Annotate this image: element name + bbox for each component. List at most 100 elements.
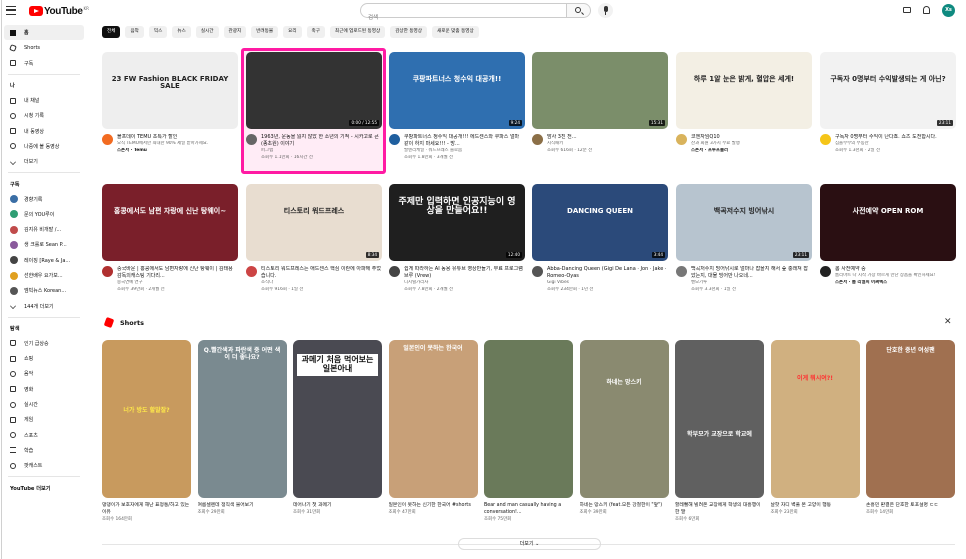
short-thumbnail[interactable]: 과메기 처음 먹어보는 일본아내 bbox=[293, 340, 382, 498]
sidebar-item[interactable]: 내 채널 bbox=[4, 93, 84, 108]
video-card[interactable]: 구독자 0명부터 수익발생되는 게 아닌? 23:11 구독자 0명부터 수익이 난… bbox=[820, 52, 956, 154]
sidebar-item[interactable]: 엠빅뉴스 Korean... bbox=[4, 283, 84, 298]
short-card[interactable]: 과메기 처음 먹어보는 일본아내 데어나기 첫 과메기 조회수 31만회 bbox=[293, 340, 382, 516]
channel-avatar[interactable] bbox=[246, 134, 257, 145]
channel-avatar[interactable] bbox=[820, 266, 831, 277]
create-icon[interactable] bbox=[903, 7, 911, 13]
sidebar-item[interactable]: 학습 bbox=[4, 443, 84, 458]
video-title[interactable]: 코엔자임Q10 bbox=[691, 134, 812, 141]
short-title[interactable]: Bear and man casually having a conversat… bbox=[484, 502, 573, 516]
short-thumbnail[interactable] bbox=[484, 340, 573, 498]
video-thumbnail[interactable]: 홍콩에서도 남편 자랑에 신난 탕웨이~ bbox=[102, 184, 238, 261]
filter-chip[interactable]: 실시간 bbox=[195, 26, 219, 38]
short-thumbnail[interactable]: 너가 방도 할말잘? bbox=[102, 340, 191, 498]
channel-avatar[interactable] bbox=[246, 266, 257, 277]
sidebar-item[interactable]: 구독 bbox=[4, 56, 84, 71]
show-more-button[interactable]: 더보기 ⌄ bbox=[458, 538, 601, 550]
video-card[interactable]: 티스토리 워드프레스 8:34 티스토리 워드프레스는 애드센스 핵심 이란에 아파… bbox=[246, 184, 382, 293]
sidebar-item[interactable]: 문의 YOU루이 bbox=[4, 207, 84, 222]
video-card[interactable]: 사전예약 OPEN ROM 롬 사전예약 중 롬리마트 나 시작 가장 바르게 만난… bbox=[820, 184, 956, 286]
video-card[interactable]: 백곡저수지 빙어낚시 23:11 백곡저수지 빙어낚시로 얼마나 잡을지 해서 숲 … bbox=[676, 184, 812, 293]
channel-avatar[interactable] bbox=[389, 266, 400, 277]
video-title[interactable]: 롬 사전예약 중 bbox=[835, 266, 956, 273]
voice-search-icon[interactable] bbox=[598, 3, 613, 18]
video-card[interactable]: 23 FW Fashion BLACK FRIDAY SALE 블프데이 TEMU… bbox=[102, 52, 238, 154]
sidebar-item[interactable]: 경향기록 bbox=[4, 191, 84, 206]
video-thumbnail[interactable]: 구독자 0명부터 수익발생되는 게 아닌? 23:11 bbox=[820, 52, 956, 129]
channel-avatar[interactable] bbox=[676, 134, 687, 145]
video-thumbnail[interactable]: 백곡저수지 빙어낚시 23:11 bbox=[676, 184, 812, 261]
filter-chip[interactable]: 관광지 bbox=[223, 26, 247, 38]
sidebar-item[interactable]: 나중에 볼 동영상 bbox=[4, 139, 84, 154]
channel-avatar[interactable] bbox=[102, 134, 113, 145]
video-title[interactable]: Abba-Dancing Queen (Gigi De Lana · Jon ·… bbox=[547, 266, 668, 280]
sidebar-section-you[interactable]: 나 bbox=[4, 79, 84, 93]
video-thumbnail[interactable]: DANCING QUEEN 3:44 bbox=[532, 184, 668, 261]
sidebar-item[interactable]: 더보기 bbox=[4, 154, 84, 169]
search-button[interactable] bbox=[566, 3, 591, 18]
video-card[interactable]: 쿠팡파트너스 청수익 대공개!! 9:24 쿠팡파트너스 청수익 대공개!!! 에드… bbox=[389, 52, 525, 161]
video-thumbnail[interactable]: 23 FW Fashion BLACK FRIDAY SALE bbox=[102, 52, 238, 129]
short-card[interactable]: 너가 방도 할말잘? 댕댕이가 보호자에게 해난 표정통/하고 있는 이유 조회수 … bbox=[102, 340, 191, 523]
video-thumbnail[interactable]: 티스토리 워드프레스 8:34 bbox=[246, 184, 382, 261]
filter-chip[interactable]: 최근에 업로드된 동영상 bbox=[330, 26, 386, 38]
channel-avatar[interactable] bbox=[102, 266, 113, 277]
short-thumbnail[interactable]: 이게 뭐시여?! bbox=[770, 340, 860, 498]
search-input[interactable] bbox=[368, 11, 566, 25]
video-title[interactable]: 1963년, 운동을 잃지 않았 한 소년의 기적 - 시카고로 큰 (종초원)… bbox=[261, 134, 382, 148]
sidebar-item[interactable]: 게임 bbox=[4, 412, 84, 427]
short-title[interactable]: 데어나기 첫 과메기 bbox=[293, 502, 382, 509]
search-box[interactable] bbox=[360, 3, 566, 25]
video-thumbnail[interactable]: 주제만 입력하면 인공지능이 영상을 만들어요!! 12:40 bbox=[389, 184, 525, 261]
channel-avatar[interactable] bbox=[676, 266, 687, 277]
filter-chip[interactable]: 뉴스 bbox=[172, 26, 191, 38]
video-card[interactable]: 하루 1알 눈은 밝게, 혈압은 세게! 코엔자임Q10 산과 회원 3가지 무료 … bbox=[676, 52, 812, 154]
video-card[interactable]: 0:00 / 12:55 1963년, 운동을 잃지 않았 한 소년의 기적 - … bbox=[246, 52, 382, 161]
close-icon[interactable]: ✕ bbox=[944, 318, 952, 327]
sidebar-item[interactable]: 내 동영상 bbox=[4, 123, 84, 138]
filter-chip[interactable]: 믹스 bbox=[148, 26, 168, 38]
short-card[interactable]: Q.빨간색과 파란색 중 어떤 색이 더 좋나요? 여름셀렌데 정직색 물어보기 조… bbox=[197, 340, 287, 516]
video-card[interactable]: 홍콩에서도 남편 자랑에 신난 탕웨이~ 중국바운 | 홍콩에서도 남편자랑에 신… bbox=[102, 184, 238, 293]
sidebar-item[interactable]: 인기 급상승 bbox=[4, 336, 84, 351]
video-title[interactable]: 중국바운 | 홍콩에서도 남편자랑에 신난 탕웨이 | 김태용 감독의캐스팅 기… bbox=[117, 266, 238, 280]
channel-avatar[interactable] bbox=[532, 266, 543, 277]
filter-chip[interactable]: 새로운 맞춤 동영상 bbox=[432, 26, 479, 38]
video-title[interactable]: 밤사 3친 전... bbox=[547, 134, 668, 141]
video-thumbnail[interactable]: 사전예약 OPEN ROM bbox=[820, 184, 956, 261]
sidebar-item[interactable]: 음악 bbox=[4, 366, 84, 381]
video-title[interactable]: 티스토리 워드프레스는 애드센스 핵심 이란에 아파해 주었습니다. bbox=[261, 266, 382, 280]
youtube-logo[interactable]: YouTube KR bbox=[29, 5, 89, 17]
sidebar-item[interactable]: 영화 bbox=[4, 382, 84, 397]
short-card[interactable]: 이게 뭐시여?! 날핫 자디 벽풀 본 고양이 행동 조회수 23만회 bbox=[770, 340, 860, 516]
short-title[interactable]: 할레뻘해 빌려온 교장에게 학생의 대흥행이 한 말 bbox=[675, 502, 764, 516]
video-thumbnail[interactable]: 쿠팡파트너스 청수익 대공개!! 9:24 bbox=[389, 52, 525, 129]
filter-chip[interactable]: 반려동물 bbox=[251, 26, 279, 38]
menu-icon[interactable] bbox=[6, 6, 16, 15]
sidebar-item[interactable]: 스포츠 bbox=[4, 428, 84, 443]
short-thumbnail[interactable]: Q.빨간색과 파란색 중 어떤 색이 더 좋나요? bbox=[197, 340, 287, 498]
short-title[interactable]: 댕댕이가 보호자에게 해난 표정통/하고 있는 이유 bbox=[102, 502, 191, 516]
sidebar-item[interactable]: 실시간 bbox=[4, 397, 84, 412]
sidebar-item[interactable]: 레이징 [Raye & Ja... bbox=[4, 253, 84, 268]
video-title[interactable]: 백곡저수지 빙어낚시로 얼마나 잡을지 해서 숲 충래져 잡았는지, 대물 빙어… bbox=[691, 266, 812, 280]
short-card[interactable]: 단호한 중년 여성팬 손흥민 판결은 단호한 토포설명 ㄷㄷ 조회수 14만회 bbox=[866, 340, 955, 516]
video-title[interactable]: 쉽게 따라하는 AI 동용 유튜브 영상만들기, 무료 프로그램 브루 (Vre… bbox=[404, 266, 525, 280]
short-card[interactable]: Bear and man casually having a conversat… bbox=[484, 340, 573, 523]
filter-chip[interactable]: 축구 bbox=[306, 26, 325, 38]
sidebar-item[interactable]: 생 크롤로 Sean P... bbox=[4, 237, 84, 252]
filter-chip[interactable]: 요리 bbox=[283, 26, 302, 38]
filter-chip[interactable]: 감상한 동영상 bbox=[390, 26, 428, 38]
channel-avatar[interactable] bbox=[820, 134, 831, 145]
short-title[interactable]: 날핫 자디 벽풀 본 고양이 행동 bbox=[771, 502, 860, 509]
sidebar-item[interactable]: 팟캐스트 bbox=[4, 458, 84, 473]
channel-avatar[interactable] bbox=[532, 134, 543, 145]
short-card[interactable]: 일본인이 못하는 한국어 일본인이 못하는 신기한 한국어 #shorts 조회수 … bbox=[388, 340, 478, 516]
sidebar-item[interactable]: 144개 더보기 bbox=[4, 298, 84, 313]
sidebar-item[interactable]: 쇼핑 bbox=[4, 351, 84, 366]
video-card[interactable]: DANCING QUEEN 3:44 Abba-Dancing Queen (Gig… bbox=[532, 184, 668, 293]
video-card[interactable]: 15:31 밤사 3친 전... 지식패키 조회수 616회 · 12분 전 bbox=[532, 52, 668, 154]
video-card[interactable]: 주제만 입력하면 인공지능이 영상을 만들어요!! 12:40 쉽게 따라하는 AI… bbox=[389, 184, 525, 293]
sidebar-item[interactable]: 시청 기록 bbox=[4, 108, 84, 123]
filter-chip[interactable]: 전체 bbox=[102, 26, 121, 38]
